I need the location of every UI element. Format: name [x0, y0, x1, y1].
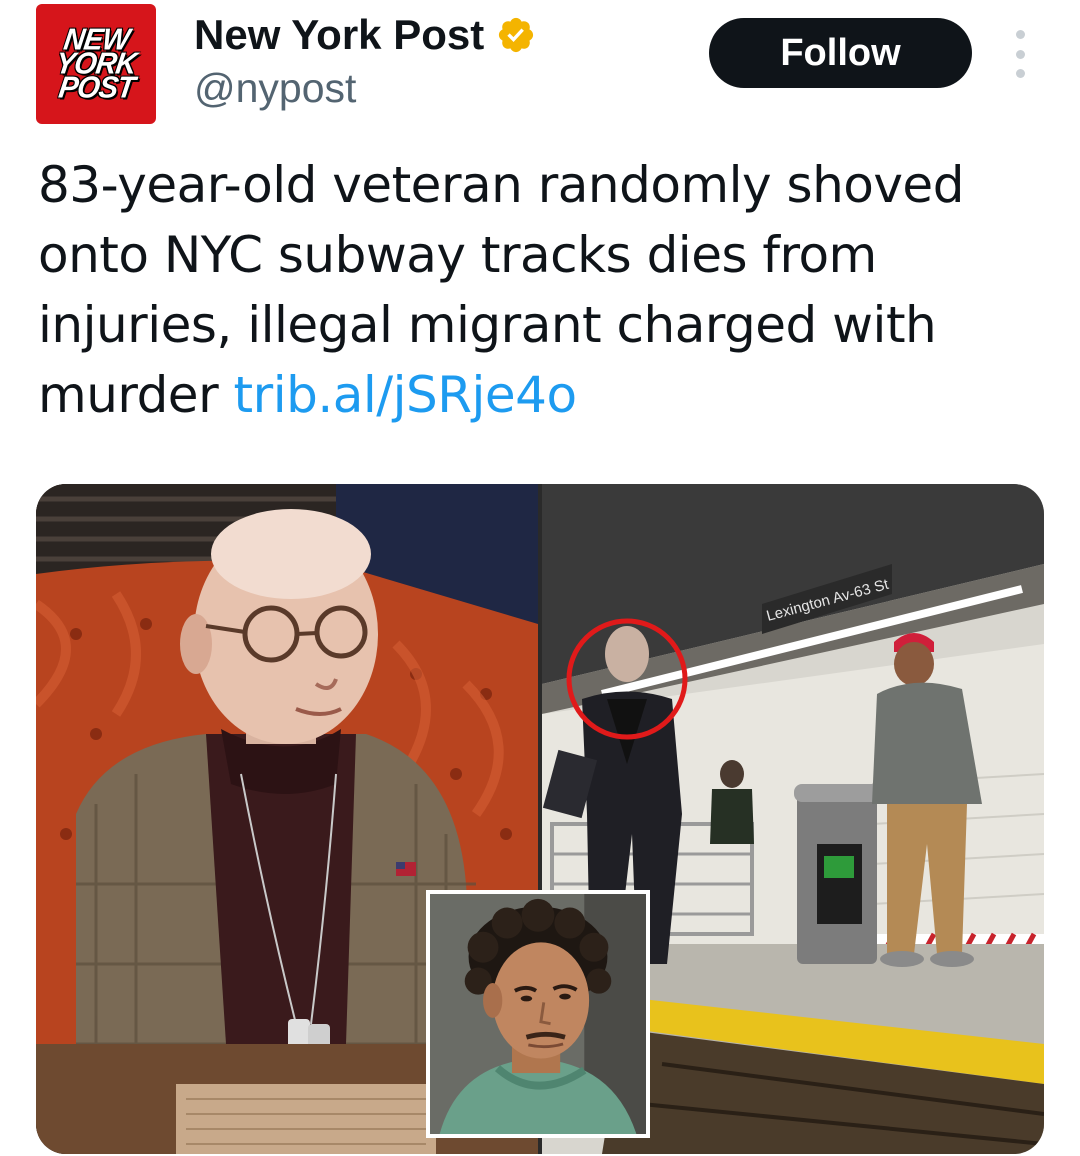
account-handle[interactable]: @nypost — [194, 64, 356, 112]
tweet-media[interactable]: Lexington Av-63 St — [36, 484, 1044, 1154]
display-name-text: New York Post — [194, 11, 485, 58]
suspect-inset-photo — [426, 890, 650, 1138]
avatar[interactable]: NEW YORK POST — [36, 4, 156, 124]
avatar-logo-line-3: POST — [56, 71, 136, 105]
verified-badge-icon — [499, 17, 534, 53]
follow-button[interactable]: Follow — [709, 18, 972, 88]
display-name[interactable]: New York Post — [194, 10, 536, 60]
tweet-link[interactable]: trib.al/jSRje4o — [234, 366, 578, 424]
more-vertical-icon[interactable] — [1006, 30, 1034, 78]
tweet-text: 83-year-old veteran randomly shoved onto… — [38, 150, 1048, 430]
